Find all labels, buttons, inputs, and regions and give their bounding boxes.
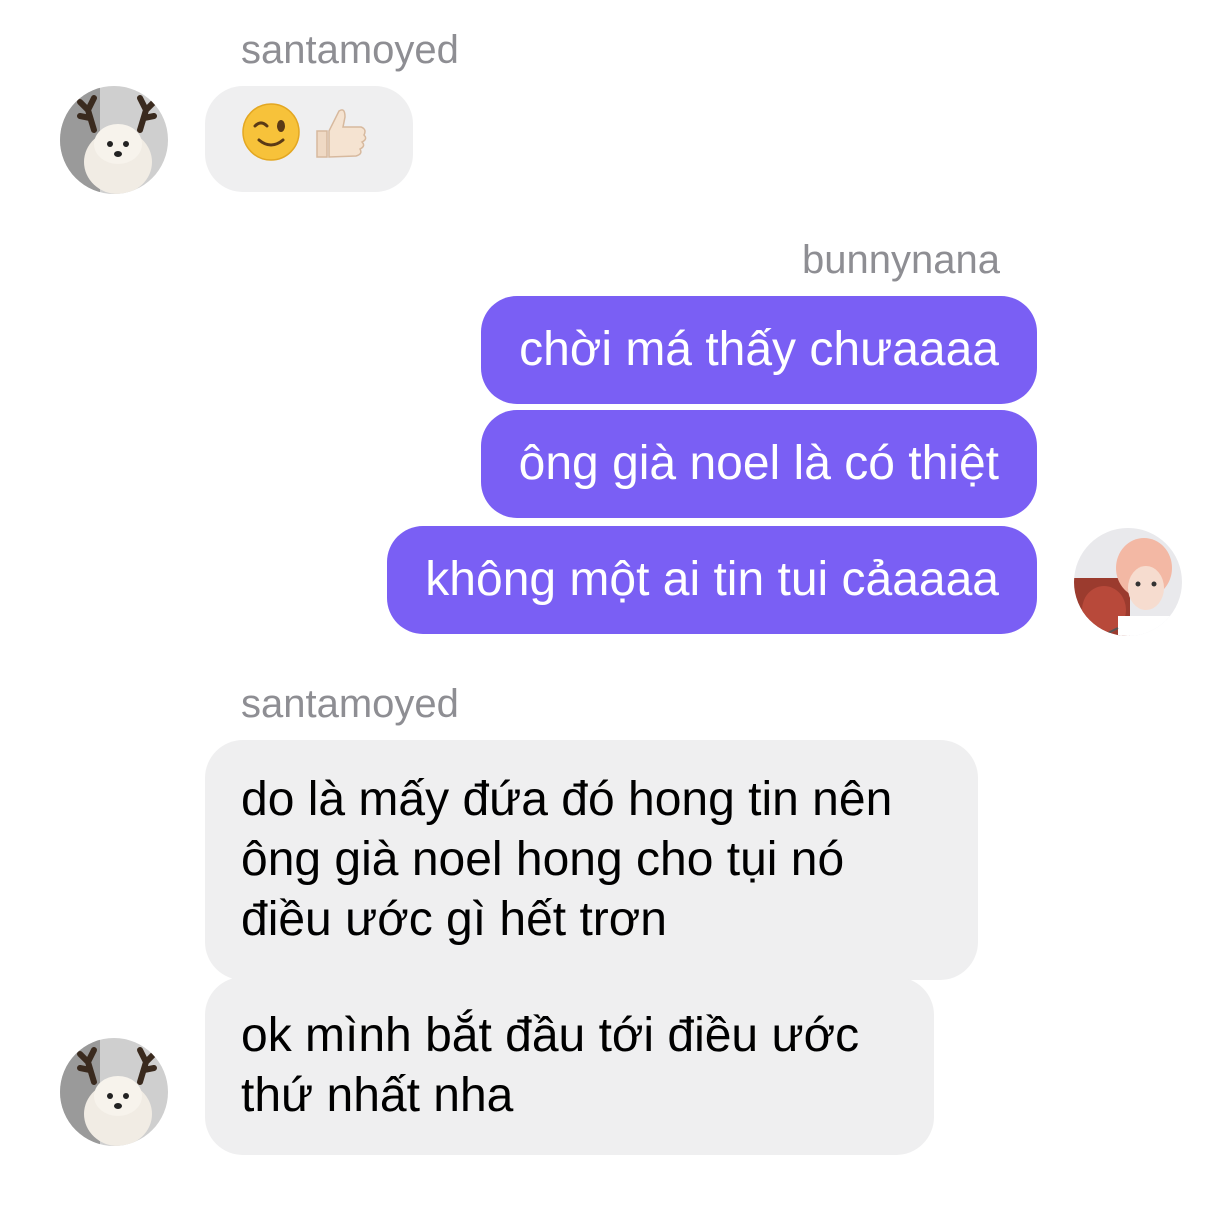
message-bubble-incoming-2[interactable]: ok mình bắt đầu tới điều ước thứ nhất nh… (205, 977, 934, 1155)
emoji-row (241, 102, 377, 173)
sender-name-bunnynana: bunnynana (802, 238, 1000, 282)
wink-emoji-icon (241, 102, 301, 177)
message-bubble-outgoing-2[interactable]: ông già noel là có thiệt (480, 410, 1037, 518)
message-bubble-emoji[interactable]: 😉👍🏻 (205, 86, 413, 192)
samoyed-avatar-icon[interactable] (60, 86, 168, 194)
sender-name-santamoyed: santamoyed (241, 28, 459, 72)
message-bubble-outgoing-3[interactable]: không một ai tin tui cảaaaa (387, 526, 1037, 634)
thumbs-up-emoji-icon (309, 101, 371, 178)
samoyed-avatar-icon-2[interactable] (60, 1038, 168, 1146)
sender-name-santamoyed-2: santamoyed (241, 682, 459, 726)
message-bubble-outgoing-1[interactable]: chời má thấy chưaaaa (481, 296, 1037, 404)
bunnynana-avatar-icon[interactable] (1074, 528, 1182, 636)
message-bubble-incoming-1[interactable]: do là mấy đứa đó hong tin nên ông già no… (205, 740, 978, 980)
